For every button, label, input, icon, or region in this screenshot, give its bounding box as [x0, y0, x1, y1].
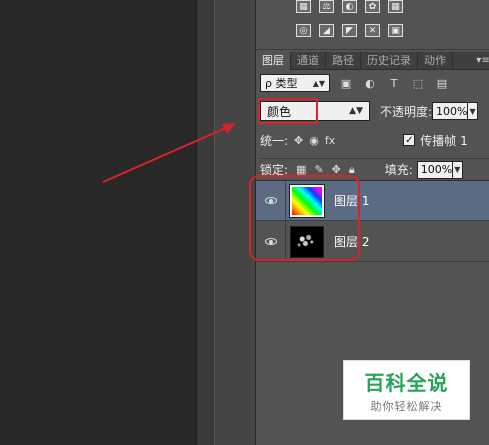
tab-actions[interactable]: 动作: [418, 52, 453, 70]
unify-row: 统一: ✥ ◉ fx ✓ 传播帧 1: [260, 130, 489, 150]
propagate-label: 传播帧 1: [420, 133, 468, 148]
adjustment-filter-icon[interactable]: ◐: [362, 75, 378, 91]
color-balance-adj-icon[interactable]: ◐: [342, 0, 357, 13]
layer-filter-row: ρ 类型 ▲▼ ▣ ◐ T ⬚ ▤: [260, 73, 489, 93]
levels-adj-icon[interactable]: ▦: [296, 0, 311, 13]
tool-column-divider: [196, 0, 214, 445]
watermark-subtitle: 助你轻松解决: [370, 399, 443, 413]
opacity-label: 不透明度:: [380, 104, 433, 119]
tab-history[interactable]: 历史记录: [361, 52, 418, 70]
propagate-checkbox[interactable]: ✓: [403, 134, 416, 146]
selective-color-adj-icon[interactable]: ▣: [388, 24, 403, 37]
opacity-dropdown-icon[interactable]: ▼: [468, 102, 479, 120]
panel-tabs: 图层 通道 路径 历史记录 动作 ▾≡: [256, 52, 489, 70]
fill-input[interactable]: 100%: [416, 160, 453, 179]
photo-filter-adj-icon[interactable]: ✿: [365, 0, 380, 13]
unify-style-icon[interactable]: fx: [325, 134, 335, 147]
panel-menu-icon[interactable]: ▾≡: [476, 52, 489, 69]
threshold-adj-icon[interactable]: ◤: [342, 24, 357, 37]
filter-kind-select[interactable]: ρ 类型 ▲▼: [260, 74, 330, 92]
opacity-input[interactable]: 100%: [432, 102, 469, 120]
fill-dropdown-icon[interactable]: ▼: [452, 160, 463, 179]
chevron-down-icon: ▲▼: [349, 106, 363, 116]
adjustments-panel: ▦ ⚖ ◐ ✿ ▦ ◎ ◢ ◤ ✕ ▣: [256, 0, 489, 50]
shape-filter-icon[interactable]: ⬚: [410, 75, 426, 91]
invert-adj-icon[interactable]: ◎: [296, 24, 311, 37]
pixel-filter-icon[interactable]: ▣: [338, 75, 354, 91]
unify-position-icon[interactable]: ✥: [294, 134, 303, 147]
watermark-logo: 百科全说 助你轻松解决: [343, 360, 470, 420]
type-filter-icon[interactable]: T: [386, 75, 402, 91]
filter-kind-label: ρ 类型: [265, 77, 298, 90]
channel-mixer-adj-icon[interactable]: ▦: [388, 0, 403, 13]
unify-visibility-icon[interactable]: ◉: [309, 134, 319, 147]
smart-object-filter-icon[interactable]: ▤: [434, 75, 450, 91]
balance-adj-icon[interactable]: ⚖: [319, 0, 334, 13]
document-canvas[interactable]: [0, 0, 196, 445]
unify-label: 统一:: [260, 133, 289, 148]
gradient-map-adj-icon[interactable]: ✕: [365, 24, 380, 37]
posterize-adj-icon[interactable]: ◢: [319, 24, 334, 37]
tab-channels[interactable]: 通道: [291, 52, 326, 70]
watermark-title: 百科全说: [364, 370, 449, 395]
layer-highlight: [249, 175, 360, 261]
fill-label: 填充:: [384, 163, 413, 177]
tab-paths[interactable]: 路径: [326, 52, 361, 70]
chevron-down-icon: ▲▼: [312, 78, 325, 88]
blend-mode-highlight: [258, 98, 318, 124]
tab-layers[interactable]: 图层: [256, 52, 291, 70]
